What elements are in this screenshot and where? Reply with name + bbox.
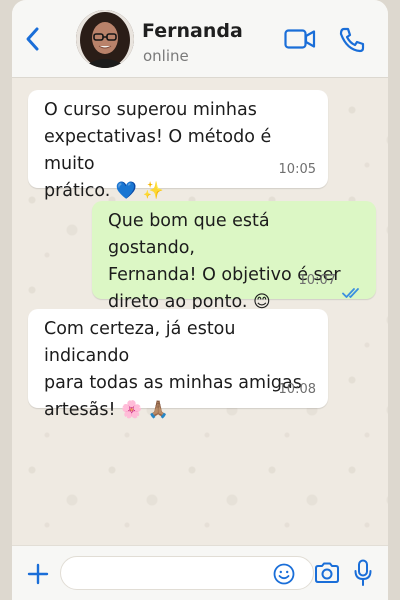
video-camera-icon[interactable] (284, 28, 316, 50)
chat-screen: Fernanda online O curso superou minhas e… (12, 0, 388, 600)
avatar[interactable] (76, 10, 134, 68)
message-emojis: 💙 ✨ (115, 181, 164, 201)
contact-status: online (143, 47, 189, 65)
message-time: 10:07 (298, 273, 336, 288)
message-text-line: prático. (44, 181, 111, 201)
message-text-line: para todas as minhas amigas (44, 373, 302, 393)
message-composer (12, 545, 388, 600)
chevron-left-icon[interactable] (20, 24, 46, 54)
message-time: 10:08 (278, 382, 316, 397)
message-text-line: O curso superou minhas (44, 100, 257, 120)
phone-icon[interactable] (338, 26, 366, 54)
message-emojis: 🌸 🙏🏽 (121, 400, 169, 420)
smiley-icon[interactable] (273, 563, 295, 585)
message-bubble-incoming[interactable]: O curso superou minhas expectativas! O m… (28, 90, 328, 201)
message-bubble-outgoing[interactable]: Que bom que está gostando, Fernanda! O o… (92, 201, 376, 312)
message-bubble-incoming[interactable]: Com certeza, já estou indicando para tod… (28, 309, 328, 420)
camera-icon[interactable] (314, 562, 340, 584)
message-text-line: Com certeza, já estou indicando (44, 319, 236, 366)
message-text-line: Que bom que está gostando, (108, 211, 270, 258)
message-text-line: artesãs! (44, 400, 116, 420)
double-check-icon (342, 281, 364, 298)
chat-header: Fernanda online (12, 0, 388, 78)
plus-icon[interactable] (26, 562, 50, 586)
message-time: 10:05 (278, 162, 316, 177)
microphone-icon[interactable] (353, 559, 373, 587)
message-text-line: expectativas! O método é muito (44, 127, 272, 174)
contact-name[interactable]: Fernanda (142, 20, 243, 42)
